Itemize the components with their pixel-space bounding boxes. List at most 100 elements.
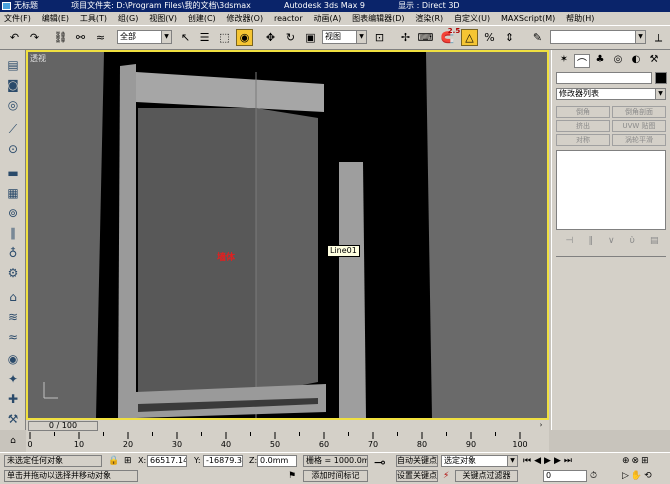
bind-space-warp-icon[interactable]: ≈ — [92, 29, 109, 46]
menu-maxscript[interactable]: MAXScript(M) — [497, 12, 559, 25]
percent-snap-icon[interactable]: % — [481, 29, 498, 46]
pin-stack-icon[interactable]: ⊣ — [566, 236, 574, 248]
pan-icon[interactable]: ✋ — [631, 471, 644, 481]
show-end-result-icon[interactable]: ‖ — [588, 236, 593, 248]
menu-edit[interactable]: 编辑(E) — [38, 12, 73, 25]
window-crossing-icon[interactable]: ◉ — [236, 29, 253, 46]
create-tab-icon[interactable]: ✶ — [556, 54, 572, 68]
menu-customize[interactable]: 自定义(U) — [450, 12, 494, 25]
lamp-icon[interactable]: ♁ — [4, 244, 22, 262]
lock-icon[interactable]: 🔒 — [108, 455, 119, 467]
arc-rotate-icon[interactable]: ⟲ — [644, 471, 654, 481]
ripple-icon[interactable]: ≈ — [4, 328, 22, 346]
track-bar[interactable]: 0 10 20 30 40 50 60 70 80 90 100 — [26, 432, 549, 452]
utilities-tab-icon[interactable]: ⚒ — [646, 54, 662, 68]
menu-file[interactable]: 文件(F) — [0, 12, 35, 25]
angle-snap-icon[interactable]: △ — [461, 29, 478, 46]
helper-icon[interactable]: ✚ — [4, 390, 22, 408]
redo-icon[interactable]: ↷ — [26, 29, 43, 46]
tube-icon[interactable]: ∥ — [4, 224, 22, 242]
selection-filter-dropdown[interactable]: 全部 ▼ — [117, 30, 172, 44]
remove-modifier-icon[interactable]: ὑ — [630, 236, 635, 248]
unlink-icon[interactable]: ⚯ — [72, 29, 89, 46]
menu-tools[interactable]: 工具(T) — [76, 12, 111, 25]
wave-icon[interactable]: ≋ — [4, 308, 22, 326]
previous-frame-icon[interactable]: ◀ — [534, 456, 544, 466]
set-key-button[interactable]: 设置关键点 — [396, 470, 438, 482]
modify-tab-icon[interactable]: ⌒ — [574, 54, 590, 70]
mini-curve-editor-icon[interactable]: ⌂ — [4, 436, 22, 448]
modifier-symmetry-button[interactable]: 对称 — [556, 134, 610, 146]
motion-tab-icon[interactable]: ◎ — [610, 54, 626, 68]
system-icon[interactable]: ⚒ — [4, 410, 22, 428]
time-slider-track[interactable]: 0 / 100 › — [26, 420, 549, 432]
auto-key-button[interactable]: 自动关键点 — [396, 455, 438, 467]
menu-graph-editors[interactable]: 图表编辑器(D) — [348, 12, 408, 25]
camera-icon[interactable]: ◉ — [4, 350, 22, 368]
plane-icon[interactable]: ⌂ — [4, 288, 22, 306]
select-move-icon[interactable]: ✥ — [262, 29, 279, 46]
modifier-extrude-button[interactable]: 挤出 — [556, 120, 610, 132]
key-filters-button[interactable]: 关键点过滤器 — [455, 470, 518, 482]
utilities-icon[interactable]: ▬ — [4, 164, 22, 182]
key-mode-dropdown[interactable]: 选定对象 ▼ — [441, 455, 518, 467]
gear-icon[interactable]: ⚙ — [4, 264, 22, 282]
transform-mode-icon[interactable]: ⊞ — [124, 455, 132, 467]
select-scale-icon[interactable]: ▣ — [302, 29, 319, 46]
edit-named-selection-icon[interactable]: ✎ — [529, 29, 546, 46]
boxes-icon[interactable]: ▦ — [4, 184, 22, 202]
perspective-viewport[interactable]: 透视 墙体 Line01 — [26, 50, 549, 420]
modifier-bevel-button[interactable]: 倒角 — [556, 106, 610, 118]
modifier-list-dropdown[interactable]: 修改器列表 ▼ — [556, 88, 666, 100]
create-icon[interactable]: ▤ — [4, 56, 22, 74]
configure-sets-icon[interactable]: ▤ — [650, 236, 659, 248]
x-coordinate-field[interactable]: 66517.141 — [147, 455, 187, 467]
go-to-end-icon[interactable]: ⏭ — [564, 456, 575, 466]
modifier-bevel-profile-button[interactable]: 倒角剖面 — [612, 106, 666, 118]
z-coordinate-field[interactable]: 0.0mm — [257, 455, 297, 467]
next-frame-button-icon[interactable]: ▶ — [554, 456, 564, 466]
zoom-icon[interactable]: ⊕ — [622, 456, 632, 466]
next-frame-icon[interactable]: › — [536, 421, 546, 431]
play-icon[interactable]: ▶ — [544, 456, 554, 466]
display-tab-icon[interactable]: ◐ — [628, 54, 644, 68]
menu-views[interactable]: 视图(V) — [145, 12, 181, 25]
hierarchy-icon[interactable]: ◎ — [4, 96, 22, 114]
key-icon[interactable]: ⊸ — [374, 456, 386, 470]
menu-create[interactable]: 创建(C) — [184, 12, 220, 25]
mirror-icon[interactable]: ⟂ — [650, 29, 667, 46]
modify-icon[interactable]: ◙ — [4, 76, 22, 94]
pivot-center-icon[interactable]: ⊡ — [371, 29, 388, 46]
make-unique-icon[interactable]: ∨ — [608, 236, 615, 248]
object-name-field[interactable] — [556, 72, 652, 84]
undo-icon[interactable]: ↶ — [6, 29, 23, 46]
y-coordinate-field[interactable]: -16879.32 — [203, 455, 243, 467]
menu-help[interactable]: 帮助(H) — [562, 12, 598, 25]
current-frame-field[interactable]: 0 — [543, 470, 587, 482]
rect-selection-icon[interactable]: ⬚ — [216, 29, 233, 46]
display-icon[interactable]: ⊙ — [4, 140, 22, 158]
modifier-stack-list[interactable] — [556, 150, 666, 230]
menu-reactor[interactable]: reactor — [270, 12, 307, 25]
modifier-uvw-map-button[interactable]: UVW 贴图 — [612, 120, 666, 132]
time-config-icon[interactable]: ⏱ — [590, 470, 597, 482]
link-icon[interactable]: ⛓ — [52, 29, 69, 46]
zoom-extents-icon[interactable]: ⊞ — [641, 456, 651, 466]
object-color-swatch[interactable] — [655, 72, 667, 84]
select-by-name-icon[interactable]: ☰ — [196, 29, 213, 46]
time-slider-thumb[interactable]: 0 / 100 — [28, 421, 98, 431]
add-time-tag-button[interactable]: 添加时间标记 — [303, 470, 368, 482]
menu-rendering[interactable]: 渲染(R) — [411, 12, 447, 25]
field-of-view-icon[interactable]: ▷ — [622, 471, 631, 481]
time-tag-icon[interactable]: ⚑ — [288, 470, 296, 482]
zoom-all-icon[interactable]: ⊗ — [632, 456, 642, 466]
light-icon[interactable]: ✦ — [4, 370, 22, 388]
select-object-icon[interactable]: ↖ — [177, 29, 194, 46]
modifier-turbosmooth-button[interactable]: 涡轮平滑 — [612, 134, 666, 146]
menu-group[interactable]: 组(G) — [114, 12, 142, 25]
go-to-start-icon[interactable]: ⏮ — [523, 456, 534, 466]
viewport-label[interactable]: 透视 — [30, 53, 46, 64]
spinner-snap-icon[interactable]: ⇕ — [501, 29, 518, 46]
cylinder-icon[interactable]: ⊚ — [4, 204, 22, 222]
hierarchy-tab-icon[interactable]: ♣ — [592, 54, 608, 68]
